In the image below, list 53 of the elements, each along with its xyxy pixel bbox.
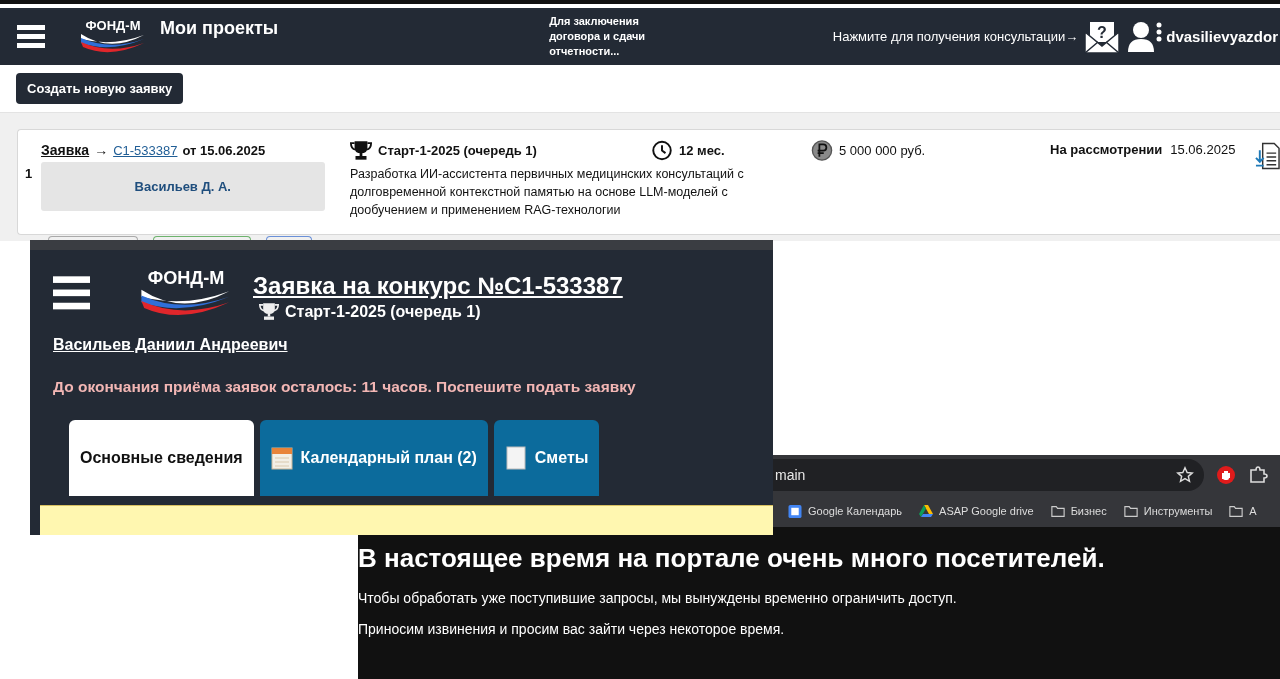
application-date: от 15.06.2025 [182, 143, 266, 158]
sheet-icon [504, 446, 527, 470]
page-paragraph: Чтобы обработать уже поступившие запросы, мы вынуждены временно ограничить доступ. [358, 590, 958, 606]
ruble-coin-icon [811, 140, 833, 161]
application-title-link[interactable]: Заявка на конкурс №C1-533387 [253, 272, 623, 300]
create-application-button[interactable]: Создать новую заявку [16, 73, 184, 104]
hand-stop-icon[interactable] [1216, 465, 1236, 485]
tab[interactable]: Сметы [493, 420, 600, 496]
puzzle-icon[interactable] [1248, 465, 1268, 485]
document-download-icon[interactable] [1255, 142, 1280, 170]
bookmark-item[interactable]: А [1229, 504, 1257, 518]
arrow-text: → [94, 142, 109, 158]
bookmark-item[interactable]: Google Календарь [788, 504, 903, 518]
duration: 12 мес. [679, 143, 725, 158]
menu-icon[interactable] [53, 275, 90, 312]
trophy-icon [259, 302, 279, 321]
applicant-name[interactable]: Васильев Д. А. [40, 162, 325, 211]
folder-icon [1050, 504, 1065, 518]
applicant-link[interactable]: Васильев Даниил Андреевич [53, 336, 773, 354]
menu-icon[interactable] [17, 22, 45, 51]
status-date: 15.06.2025 [1170, 142, 1236, 157]
calendar-icon [270, 446, 293, 470]
calendar-icon [788, 504, 802, 518]
page-heading: В настоящее время на портале очень много посетителей. [358, 543, 1106, 574]
bookmark-star-icon[interactable] [1176, 466, 1194, 484]
application-link[interactable]: Заявка [41, 142, 90, 158]
project-description: Разработка ИИ-ассистента первичных медицинских консультаций с долговременной контекстной памятью на основе LLM-моделей с дообучением и применением RAG-технологии [350, 166, 745, 219]
user-icon[interactable] [1128, 20, 1163, 53]
drive-icon [919, 504, 934, 518]
contest-name: Старт-1-2025 (очередь 1) [285, 302, 481, 321]
bookmark-item[interactable]: Инструменты [1123, 504, 1213, 518]
page-paragraph: Приносим извинения и просим вас зайти через некоторое время. [358, 621, 786, 637]
clock-icon [651, 140, 673, 161]
consult-hint: Нажмите для получения консультации→ [832, 29, 1079, 44]
application-number-link[interactable]: C1-533387 [113, 143, 178, 158]
bookmark-item[interactable]: Бизнес [1050, 504, 1107, 518]
tab[interactable]: Основные сведения [69, 420, 254, 496]
row-number: 1 [25, 166, 34, 183]
deadline-warning: До окончания приёма заявок осталось: 11 часов. Поспешите подать заявку [53, 378, 637, 396]
logo[interactable]: ФОНД-М [80, 16, 146, 57]
page-title: Мои проекты [160, 18, 279, 39]
contest-name: Старт-1-2025 (очередь 1) [378, 143, 537, 158]
contract-link[interactable]: Для заключения договора и сдачи отчетности... [549, 14, 662, 59]
bookmark-item[interactable]: ASAP Google drive [919, 504, 1034, 518]
application-status: На рассмотрении [1050, 142, 1163, 157]
tab[interactable]: Календарный план (2) [259, 420, 488, 496]
folder-icon [1229, 504, 1244, 518]
folder-icon [1123, 504, 1138, 518]
grant-amount: 5 000 000 руб. [839, 143, 926, 158]
logo[interactable]: ФОНД-М [140, 266, 232, 322]
address-field[interactable]: main [773, 459, 1204, 491]
username[interactable]: dvasilievyazdor [1166, 28, 1278, 45]
trophy-icon [350, 140, 372, 161]
